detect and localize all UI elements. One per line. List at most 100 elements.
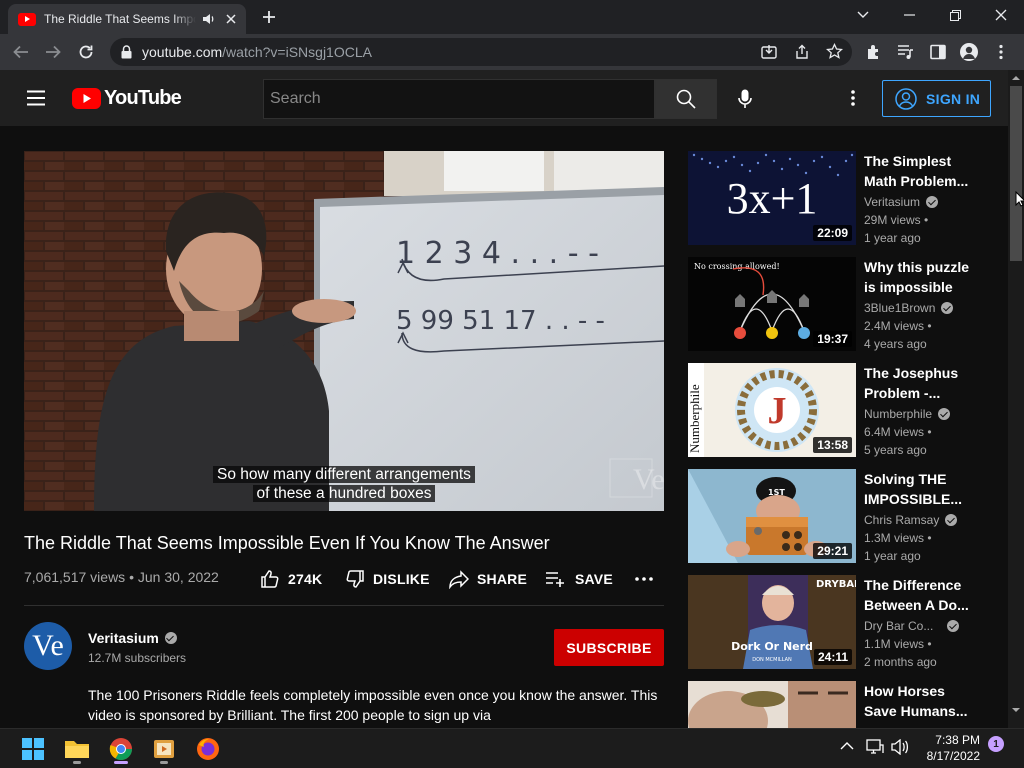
like-button[interactable]: 274K: [260, 567, 322, 591]
verified-check-icon: [947, 620, 960, 632]
hamburger-menu-icon[interactable]: [26, 90, 46, 106]
view-count: 7,061,517 views: [24, 569, 126, 585]
recommendation-channel[interactable]: Numberphile: [864, 407, 951, 421]
browser-toolbar: youtube.com/watch?v=iSNsgj1OCLA: [0, 34, 1024, 70]
recommendation-thumbnail[interactable]: DRYBAR Dork Or Nerd DON MCMILLAN 24:11: [688, 575, 856, 669]
recommendation-channel[interactable]: 3Blue1Brown: [864, 301, 954, 315]
thumbs-up-icon: [261, 570, 279, 588]
verified-check-icon: [938, 408, 951, 420]
media-player-icon: [154, 740, 174, 758]
side-panel-icon[interactable]: [930, 44, 946, 60]
recommendation-title[interactable]: The Josephus Problem -...: [864, 363, 972, 403]
scroll-up-arrow-icon[interactable]: [1008, 72, 1024, 84]
recommendation-thumbnail[interactable]: 1ST 29:21: [688, 469, 856, 563]
tab-search-button[interactable]: [840, 0, 886, 30]
media-app-button[interactable]: [148, 733, 180, 765]
recommendation-age: 2 months ago: [864, 655, 937, 669]
media-control-icon[interactable]: [897, 44, 915, 60]
recommendation-thumbnail[interactable]: [688, 681, 856, 728]
search-input[interactable]: [270, 90, 648, 108]
recommendation-views: 1.1M views •: [864, 637, 932, 651]
recommendation-item[interactable]: Numberphile J 13:58 The Josephus Problem…: [688, 363, 988, 457]
recommendation-item[interactable]: No crossing allowed! 19:37 Why this puzz…: [688, 257, 988, 351]
video-description: The 100 Prisoners Riddle feels completel…: [88, 687, 658, 723]
video-duration: 29:21: [813, 543, 852, 559]
chrome-taskbar-button[interactable]: [105, 733, 137, 765]
network-icon[interactable]: [866, 739, 884, 755]
voice-search-button[interactable]: [738, 89, 752, 109]
caption-line-2: of these a hundred boxes: [252, 485, 436, 502]
save-button[interactable]: SAVE: [545, 567, 613, 591]
restore-button[interactable]: [932, 0, 978, 30]
search-icon: [676, 89, 696, 109]
recommendation-title[interactable]: How Horses Save Humans...: [864, 681, 972, 721]
recommendation-age: 1 year ago: [864, 231, 921, 245]
recommendation-thumbnail[interactable]: Numberphile J 13:58: [688, 363, 856, 457]
video-player[interactable]: 1 2 3 4 . . . - - 5 99 51 17 . . - - Ve …: [24, 151, 664, 511]
running-indicator: [73, 761, 81, 764]
running-indicator: [160, 761, 168, 764]
forward-button[interactable]: [44, 43, 62, 61]
notification-count: 1: [993, 738, 999, 750]
video-captions: So how many different arrangements of th…: [24, 465, 664, 503]
speaker-icon[interactable]: [202, 12, 216, 26]
firefox-button[interactable]: [192, 733, 224, 765]
bookmark-star-icon[interactable]: [826, 43, 843, 60]
recommendation-item[interactable]: How Horses Save Humans...: [688, 681, 988, 728]
thumb-j-letter: J: [768, 390, 787, 432]
scroll-down-arrow-icon[interactable]: [1008, 704, 1024, 716]
show-hidden-icons-button[interactable]: [840, 741, 854, 751]
more-actions-button[interactable]: [635, 567, 661, 591]
youtube-favicon-icon: [18, 12, 36, 26]
recommendation-channel[interactable]: Dry Bar Co...: [864, 619, 960, 633]
channel-name[interactable]: Veritasium: [88, 630, 177, 646]
recommendation-item[interactable]: DRYBAR Dork Or Nerd DON MCMILLAN 24:11 T…: [688, 575, 988, 669]
subscribe-button[interactable]: SUBSCRIBE: [554, 629, 664, 666]
thumbs-down-icon: [346, 570, 364, 588]
chevron-up-icon: [840, 742, 854, 750]
volume-icon[interactable]: [891, 739, 909, 755]
new-tab-button[interactable]: [260, 8, 278, 26]
reload-button[interactable]: [77, 43, 95, 61]
search-button[interactable]: [655, 79, 717, 119]
scrollbar-thumb[interactable]: [1010, 86, 1022, 261]
share-button[interactable]: SHARE: [449, 567, 527, 591]
recommendation-thumbnail[interactable]: No crossing allowed! 19:37: [688, 257, 856, 351]
extensions-icon[interactable]: [866, 44, 882, 60]
browser-menu-icon[interactable]: [999, 44, 1003, 60]
youtube-logo[interactable]: YouTube: [72, 87, 182, 110]
video-duration: 22:09: [813, 225, 852, 241]
firefox-icon: [197, 738, 219, 760]
recommendation-title[interactable]: The Difference Between A Do...: [864, 575, 972, 615]
minimize-button[interactable]: [886, 0, 932, 30]
recommendation-age: 1 year ago: [864, 549, 921, 563]
recommendation-thumbnail[interactable]: 3x+1 22:09: [688, 151, 856, 245]
install-icon[interactable]: [761, 44, 777, 60]
recommendation-title[interactable]: Solving THE IMPOSSIBLE...: [864, 469, 972, 509]
recommendation-title[interactable]: Why this puzzle is impossible: [864, 257, 972, 297]
dislike-button[interactable]: DISLIKE: [345, 567, 430, 591]
profile-icon[interactable]: [960, 43, 978, 61]
recommendation-item[interactable]: 3x+1 22:09 The Simplest Math Problem... …: [688, 151, 988, 245]
lock-icon[interactable]: [121, 45, 132, 59]
tab-close-icon[interactable]: [226, 14, 236, 24]
recommendation-channel[interactable]: Veritasium: [864, 195, 939, 209]
page-scrollbar[interactable]: [1008, 70, 1024, 728]
back-button[interactable]: [12, 43, 30, 61]
playlist-add-icon: [546, 572, 564, 587]
recommendation-item[interactable]: 1ST 29:21 Solving THE IMPOSSIBLE... Chri…: [688, 469, 988, 563]
notification-badge[interactable]: 1: [988, 736, 1004, 752]
close-window-button[interactable]: [978, 0, 1024, 30]
system-clock[interactable]: 7:38 PM 8/17/2022: [914, 732, 980, 764]
youtube-header: YouTube SIGN IN: [0, 70, 1008, 126]
file-explorer-button[interactable]: [61, 733, 93, 765]
recommendation-title[interactable]: The Simplest Math Problem...: [864, 151, 972, 191]
start-button[interactable]: [17, 733, 49, 765]
browser-tab[interactable]: The Riddle That Seems Impossible Even If…: [8, 4, 246, 34]
address-bar[interactable]: youtube.com/watch?v=iSNsgj1OCLA: [110, 38, 852, 66]
recommendation-channel[interactable]: Chris Ramsay: [864, 513, 958, 527]
sign-in-button[interactable]: SIGN IN: [882, 80, 991, 117]
share-page-icon[interactable]: [794, 44, 810, 60]
channel-avatar[interactable]: Ve: [24, 622, 72, 670]
settings-menu-icon[interactable]: [851, 90, 855, 106]
